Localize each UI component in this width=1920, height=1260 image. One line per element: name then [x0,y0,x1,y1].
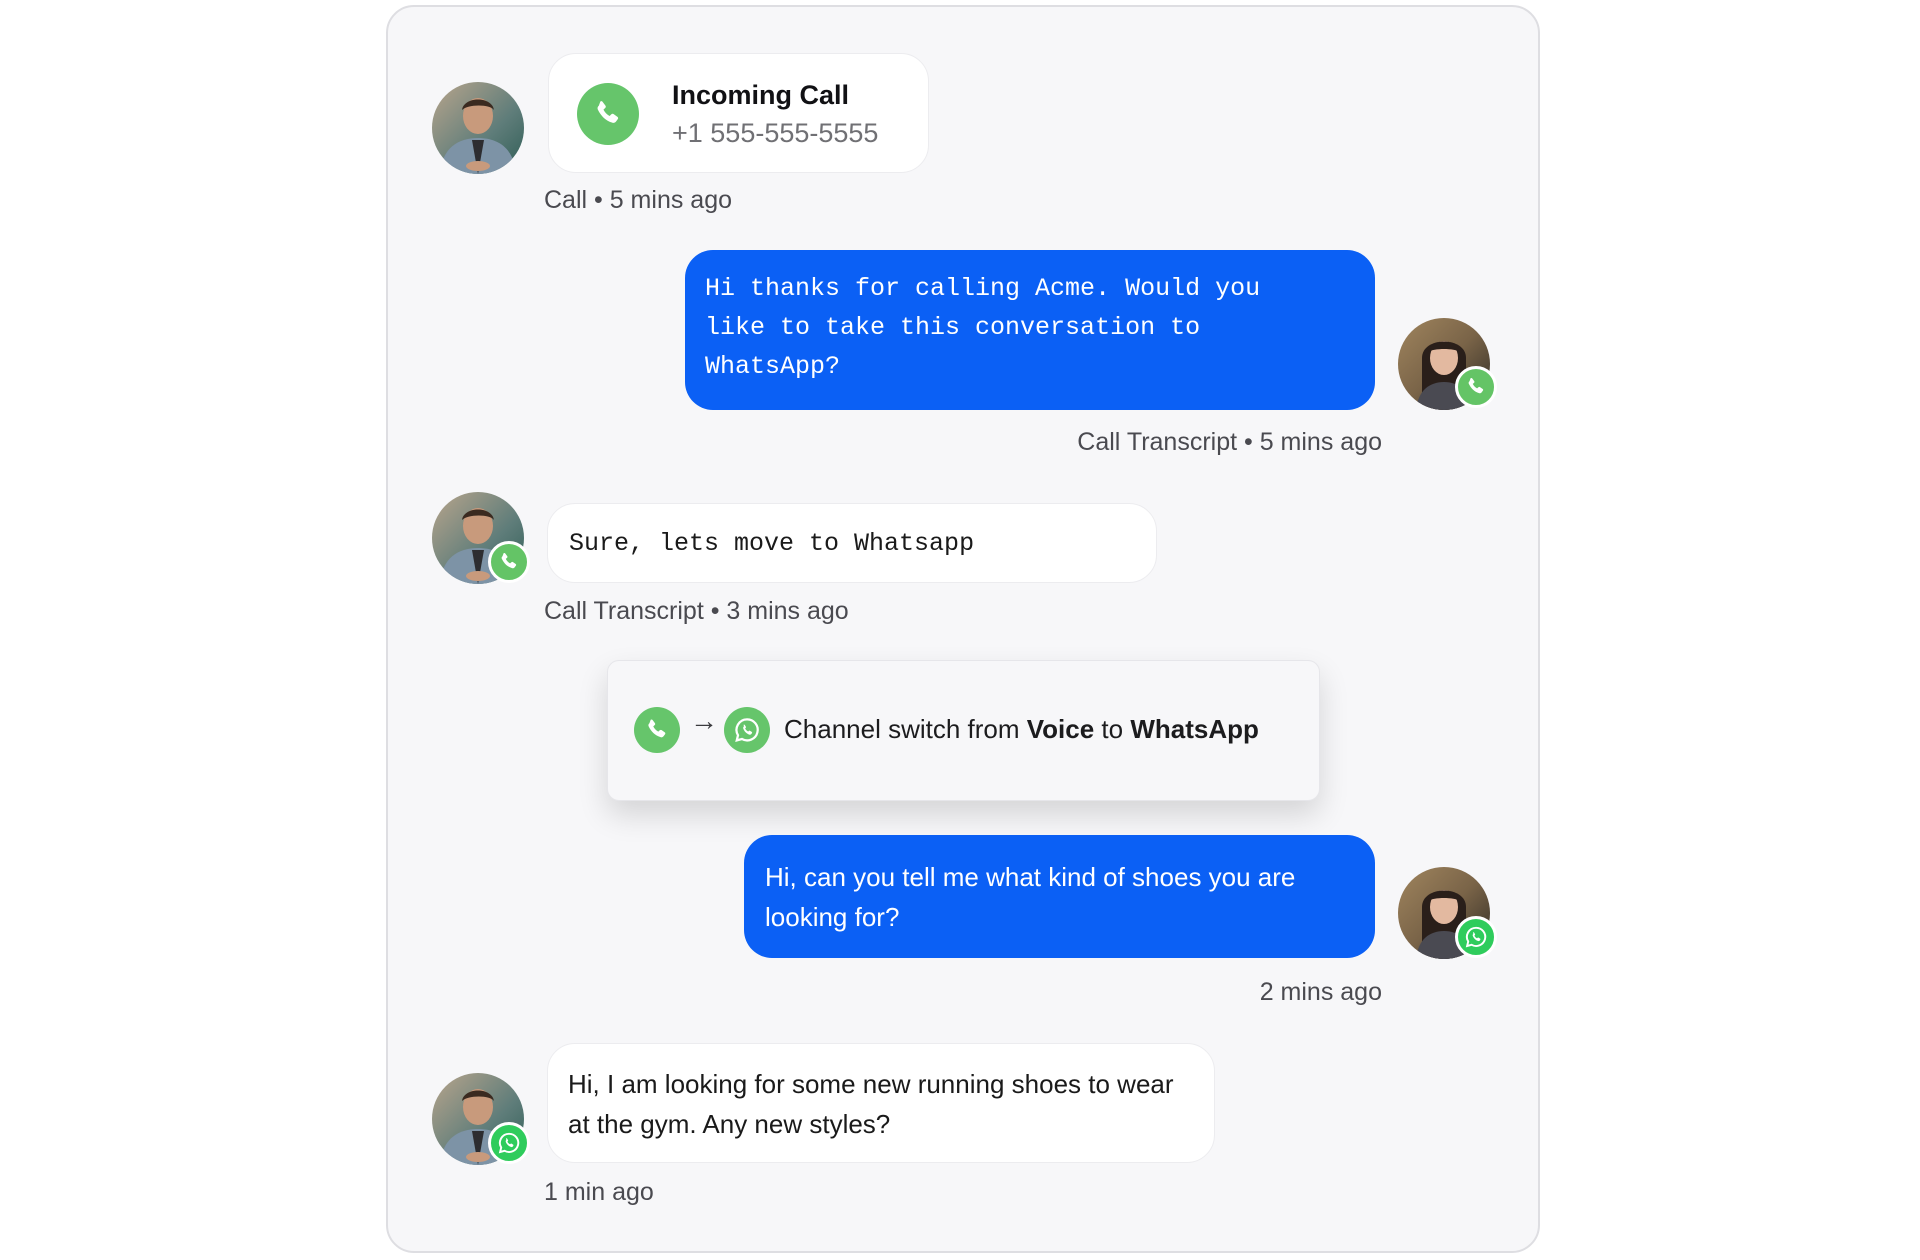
message-text: Sure, lets move to Whatsapp [569,529,975,558]
call-circle [577,83,639,145]
phone-icon [591,97,625,131]
message-meta: Call • 5 mins ago [544,186,733,214]
agent-message-bubble[interactable]: Hi thanks for calling Acme. Would you li… [685,250,1375,410]
channel-badge-whatsapp [488,1122,530,1164]
channel-badge-whatsapp [1455,916,1497,958]
channel-switch-text: Channel switch from Voice to WhatsApp [784,714,1259,745]
channel-badge-voice [1455,366,1497,408]
customer-message-bubble[interactable]: Hi, I am looking for some new running sh… [547,1043,1215,1163]
switch-from-channel: Voice [1026,714,1095,744]
message-meta: Call Transcript • 5 mins ago [1077,428,1382,456]
message-line: WhatsApp? [705,352,841,381]
switch-prefix: Channel switch from [784,714,1027,744]
caller-phone-number: +1 555-555-5555 [672,118,879,148]
whatsapp-icon [1463,924,1489,950]
call-title: Incoming Call [672,80,850,110]
message-meta: 2 mins ago [1259,978,1382,1006]
message-text: Hi, can you tell me what kind of shoes y… [765,862,1296,932]
channel-badge-voice [488,541,530,583]
voice-channel-circle [634,707,680,753]
whatsapp-icon [732,715,762,745]
message-meta: 1 min ago [544,1178,654,1206]
message-line: like to take this conversation to [705,313,1201,342]
male-avatar-icon [432,82,524,174]
switch-to-channel: WhatsApp [1130,714,1259,744]
phone-icon [1464,375,1488,399]
incoming-call-bubble[interactable]: Incoming Call +1 555-555-5555 [548,53,929,173]
message-line: Hi thanks for calling Acme. Would you [705,274,1261,303]
phone-icon [643,716,671,744]
customer-message-bubble[interactable]: Sure, lets move to Whatsapp [547,503,1157,583]
agent-message-bubble[interactable]: Hi, can you tell me what kind of shoes y… [744,835,1375,958]
channel-switch-notice: → Channel switch from Voice to WhatsApp [607,660,1320,801]
phone-icon [497,550,521,574]
message-text: Hi, I am looking for some new running sh… [568,1069,1174,1139]
message-meta: Call Transcript • 3 mins ago [544,597,849,625]
switch-middle: to [1094,714,1131,744]
whatsapp-channel-circle [724,707,770,753]
arrow-right-icon: → [690,705,718,736]
customer-avatar[interactable] [432,82,524,174]
whatsapp-icon [496,1130,522,1156]
